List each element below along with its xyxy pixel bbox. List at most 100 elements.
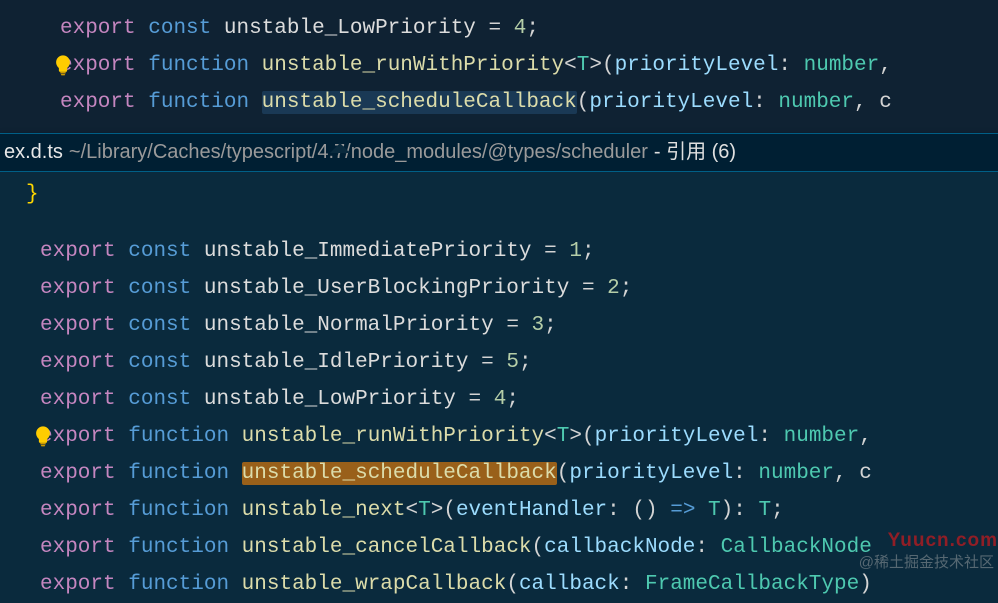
number-literal: 4 (494, 388, 507, 411)
identifier: unstable_LowPriority (224, 17, 476, 40)
peek-reference-count: - 引用 (6) (654, 134, 736, 171)
comma: , c (854, 91, 892, 114)
paren-close: ) (859, 573, 872, 596)
comma: , (879, 54, 892, 77)
keyword-export: export (60, 91, 136, 114)
code-line[interactable]: export function unstable_cancelCallback(… (4, 529, 998, 566)
function-name: unstable_cancelCallback (242, 536, 532, 559)
code-line[interactable]: export const unstable_UserBlockingPriori… (4, 270, 998, 307)
less-than: < (406, 499, 419, 522)
code-line[interactable]: export const unstable_LowPriority = 4; (4, 10, 998, 47)
colon: : (695, 536, 708, 559)
code-line[interactable]: export function unstable_wrapCallback(ca… (4, 566, 998, 603)
colon: : (778, 54, 791, 77)
comma: , (859, 425, 872, 448)
semicolon: ; (544, 314, 557, 337)
keyword-function: function (128, 425, 229, 448)
greater-than: > (431, 499, 444, 522)
operator: = (469, 388, 482, 411)
peek-file-name[interactable]: ex.d.ts (4, 134, 63, 171)
semicolon: ; (519, 351, 532, 374)
identifier: unstable_IdlePriority (204, 351, 469, 374)
lightbulb-icon[interactable] (32, 425, 54, 447)
keyword-const: const (128, 351, 191, 374)
paren-open: ( (632, 499, 645, 522)
code-line[interactable]: export function unstable_scheduleCallbac… (4, 455, 998, 492)
function-name: unstable_runWithPriority (242, 425, 544, 448)
code-line[interactable]: export function unstable_next<T>(eventHa… (4, 492, 998, 529)
type-param: T (418, 499, 431, 522)
closing-brace: } (4, 176, 998, 213)
identifier: unstable_ImmediatePriority (204, 240, 532, 263)
parameter: priorityLevel (589, 91, 753, 114)
keyword-export: export (60, 17, 136, 40)
operator: = (544, 240, 557, 263)
paren-open: ( (506, 573, 519, 596)
greater-than: > (569, 425, 582, 448)
identifier: unstable_LowPriority (204, 388, 456, 411)
number-literal: 1 (569, 240, 582, 263)
parameter: callback (519, 573, 620, 596)
type-param: T (577, 54, 590, 77)
peek-view-body[interactable]: } export const unstable_ImmediatePriorit… (0, 172, 998, 603)
keyword-export: export (40, 573, 116, 596)
peek-pointer-icon (330, 143, 350, 153)
code-line[interactable]: export const unstable_NormalPriority = 3… (4, 307, 998, 344)
keyword-export: export (40, 499, 116, 522)
parameter: eventHandler (456, 499, 607, 522)
type: number (784, 425, 860, 448)
code-line[interactable]: export const unstable_LowPriority = 4; (4, 381, 998, 418)
function-name-match: unstable_scheduleCallback (242, 462, 557, 485)
peek-view-header[interactable]: ex.d.ts ~/Library/Caches/typescript/4.7/… (0, 133, 998, 172)
colon: : (733, 499, 746, 522)
code-line[interactable]: export function unstable_scheduleCallbac… (4, 84, 998, 121)
parameter: priorityLevel (569, 462, 733, 485)
parameter: callbackNode (544, 536, 695, 559)
editor-top-pane[interactable]: export const unstable_LowPriority = 4; e… (0, 0, 998, 121)
type: number (778, 91, 854, 114)
operator: = (582, 277, 595, 300)
peek-file-path: ~/Library/Caches/typescript/4.7/node_mod… (69, 134, 648, 171)
paren-close: ) (721, 499, 734, 522)
semicolon: ; (771, 499, 784, 522)
parameter: priorityLevel (595, 425, 759, 448)
keyword-export: export (40, 314, 116, 337)
function-name: unstable_next (242, 499, 406, 522)
keyword-export: export (40, 351, 116, 374)
number-literal: 4 (514, 17, 527, 40)
paren-close: ) (645, 499, 658, 522)
paren-open: ( (602, 54, 615, 77)
keyword-const: const (128, 240, 191, 263)
semicolon: ; (582, 240, 595, 263)
colon: : (753, 91, 766, 114)
code-line[interactable]: export const unstable_IdlePriority = 5; (4, 344, 998, 381)
number-literal: 3 (532, 314, 545, 337)
type-param: T (557, 425, 570, 448)
keyword-export: export (40, 277, 116, 300)
return-type: T (758, 499, 771, 522)
paren-open: ( (532, 536, 545, 559)
code-line[interactable]: export function unstable_runWithPriority… (4, 47, 998, 84)
lightbulb-icon[interactable] (52, 54, 74, 76)
keyword-export: export (40, 536, 116, 559)
keyword-export: export (40, 240, 116, 263)
code-line[interactable]: export const unstable_ImmediatePriority … (4, 233, 998, 270)
paren-open: ( (577, 91, 590, 114)
keyword-function: function (128, 536, 229, 559)
type: CallbackNode (721, 536, 872, 559)
keyword-function: function (128, 462, 229, 485)
type: number (804, 54, 880, 77)
function-name-highlighted: unstable_scheduleCallback (262, 91, 577, 114)
code-line[interactable]: export function unstable_runWithPriority… (4, 418, 998, 455)
colon: : (758, 425, 771, 448)
function-name: unstable_wrapCallback (242, 573, 507, 596)
operator: = (506, 314, 519, 337)
colon: : (607, 499, 620, 522)
less-than: < (564, 54, 577, 77)
keyword-const: const (128, 314, 191, 337)
keyword-export: export (40, 462, 116, 485)
keyword-function: function (148, 91, 249, 114)
identifier: unstable_NormalPriority (204, 314, 494, 337)
keyword-const: const (128, 277, 191, 300)
comma: , c (834, 462, 872, 485)
